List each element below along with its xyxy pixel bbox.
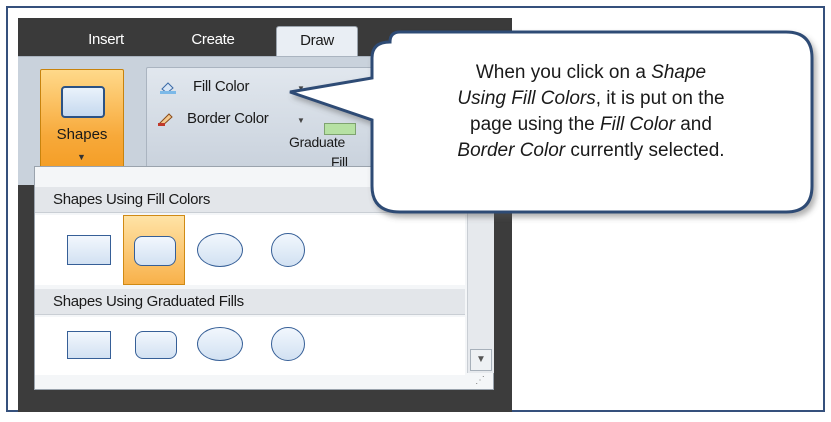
callout-text: When you click on a Shape Using Fill Col… [457,62,725,161]
